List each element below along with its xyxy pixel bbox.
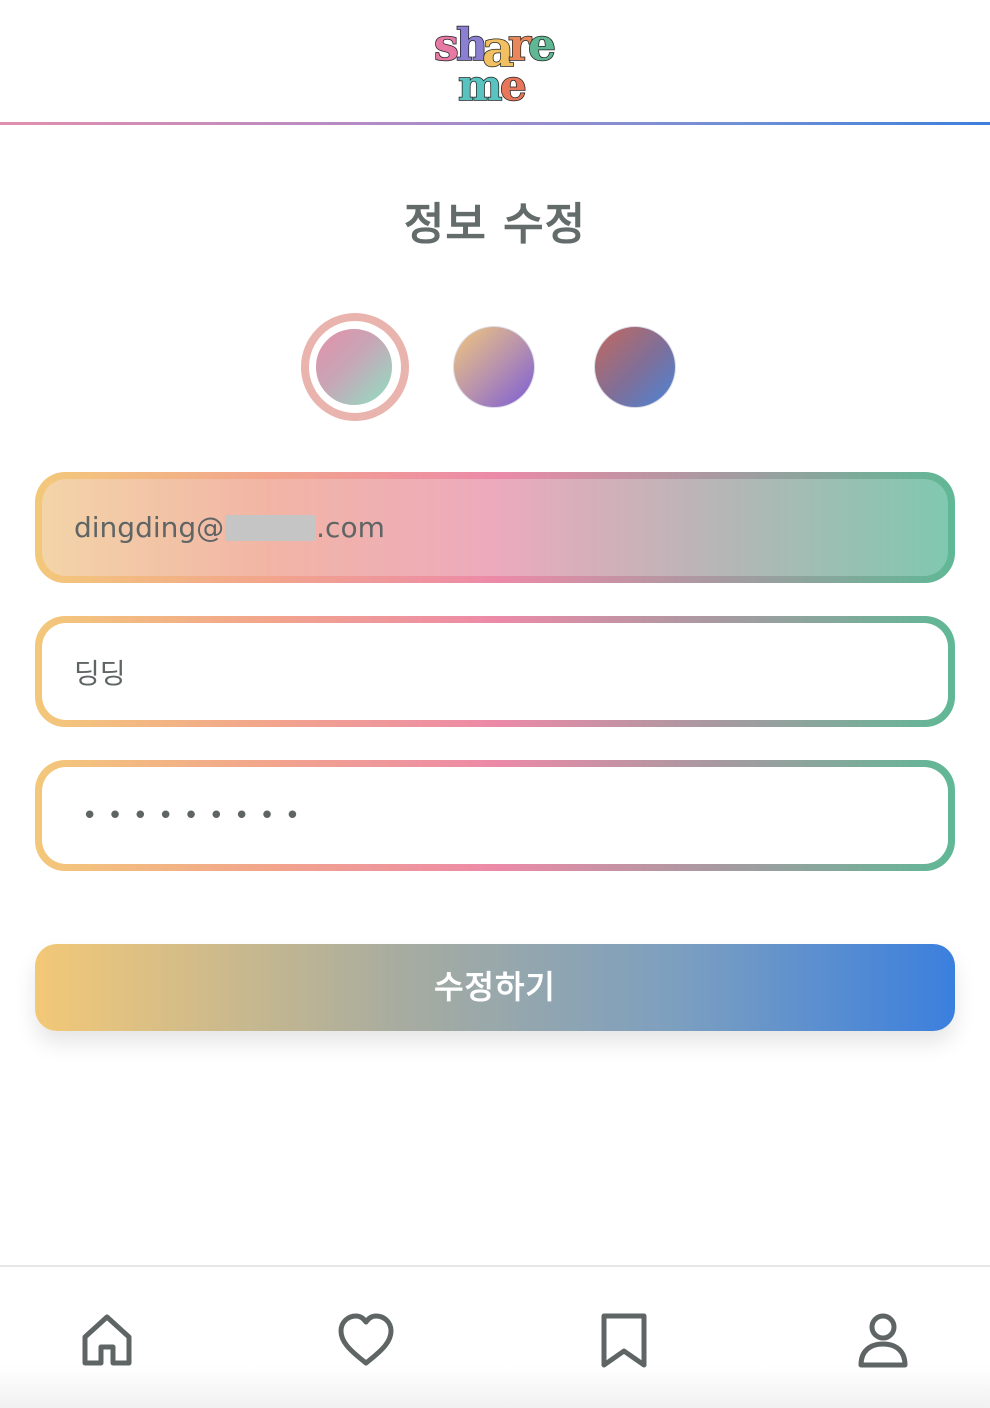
svg-text:m: m: [458, 61, 502, 106]
color-option-brick-blue[interactable]: [594, 326, 676, 408]
color-option-pink-mint[interactable]: [313, 326, 395, 408]
header-divider: [0, 122, 990, 125]
user-icon[interactable]: [853, 1311, 913, 1371]
svg-text:e: e: [528, 20, 556, 71]
submit-button[interactable]: 수정하기: [35, 944, 955, 1031]
heart-icon[interactable]: [336, 1311, 396, 1371]
password-field-inner: •••••••••: [42, 767, 948, 864]
email-suffix: .com: [316, 511, 385, 544]
svg-text:e: e: [500, 61, 527, 106]
nickname-value: 딩딩: [74, 656, 126, 690]
bookmark-icon[interactable]: [594, 1311, 654, 1371]
bottom-nav: [0, 1265, 990, 1408]
edit-profile-page: s h a r e m e 정보 수정 dingding@ .com 딩딩 •••…: [0, 0, 990, 1408]
nickname-field-inner: 딩딩: [42, 623, 948, 720]
password-value: •••••••••: [82, 800, 311, 831]
email-redaction: [225, 514, 316, 541]
color-option-gold-violet[interactable]: [453, 326, 535, 408]
page-title: 정보 수정: [403, 199, 587, 250]
password-field[interactable]: •••••••••: [35, 760, 955, 871]
nickname-field[interactable]: 딩딩: [35, 616, 955, 727]
email-field[interactable]: dingding@ .com: [35, 472, 955, 583]
email-field-inner: dingding@ .com: [42, 479, 948, 576]
home-icon[interactable]: [77, 1311, 137, 1371]
app-header: s h a r e m e: [0, 0, 990, 122]
email-prefix: dingding@: [74, 511, 225, 544]
share-me-logo[interactable]: s h a r e m e: [430, 14, 560, 106]
